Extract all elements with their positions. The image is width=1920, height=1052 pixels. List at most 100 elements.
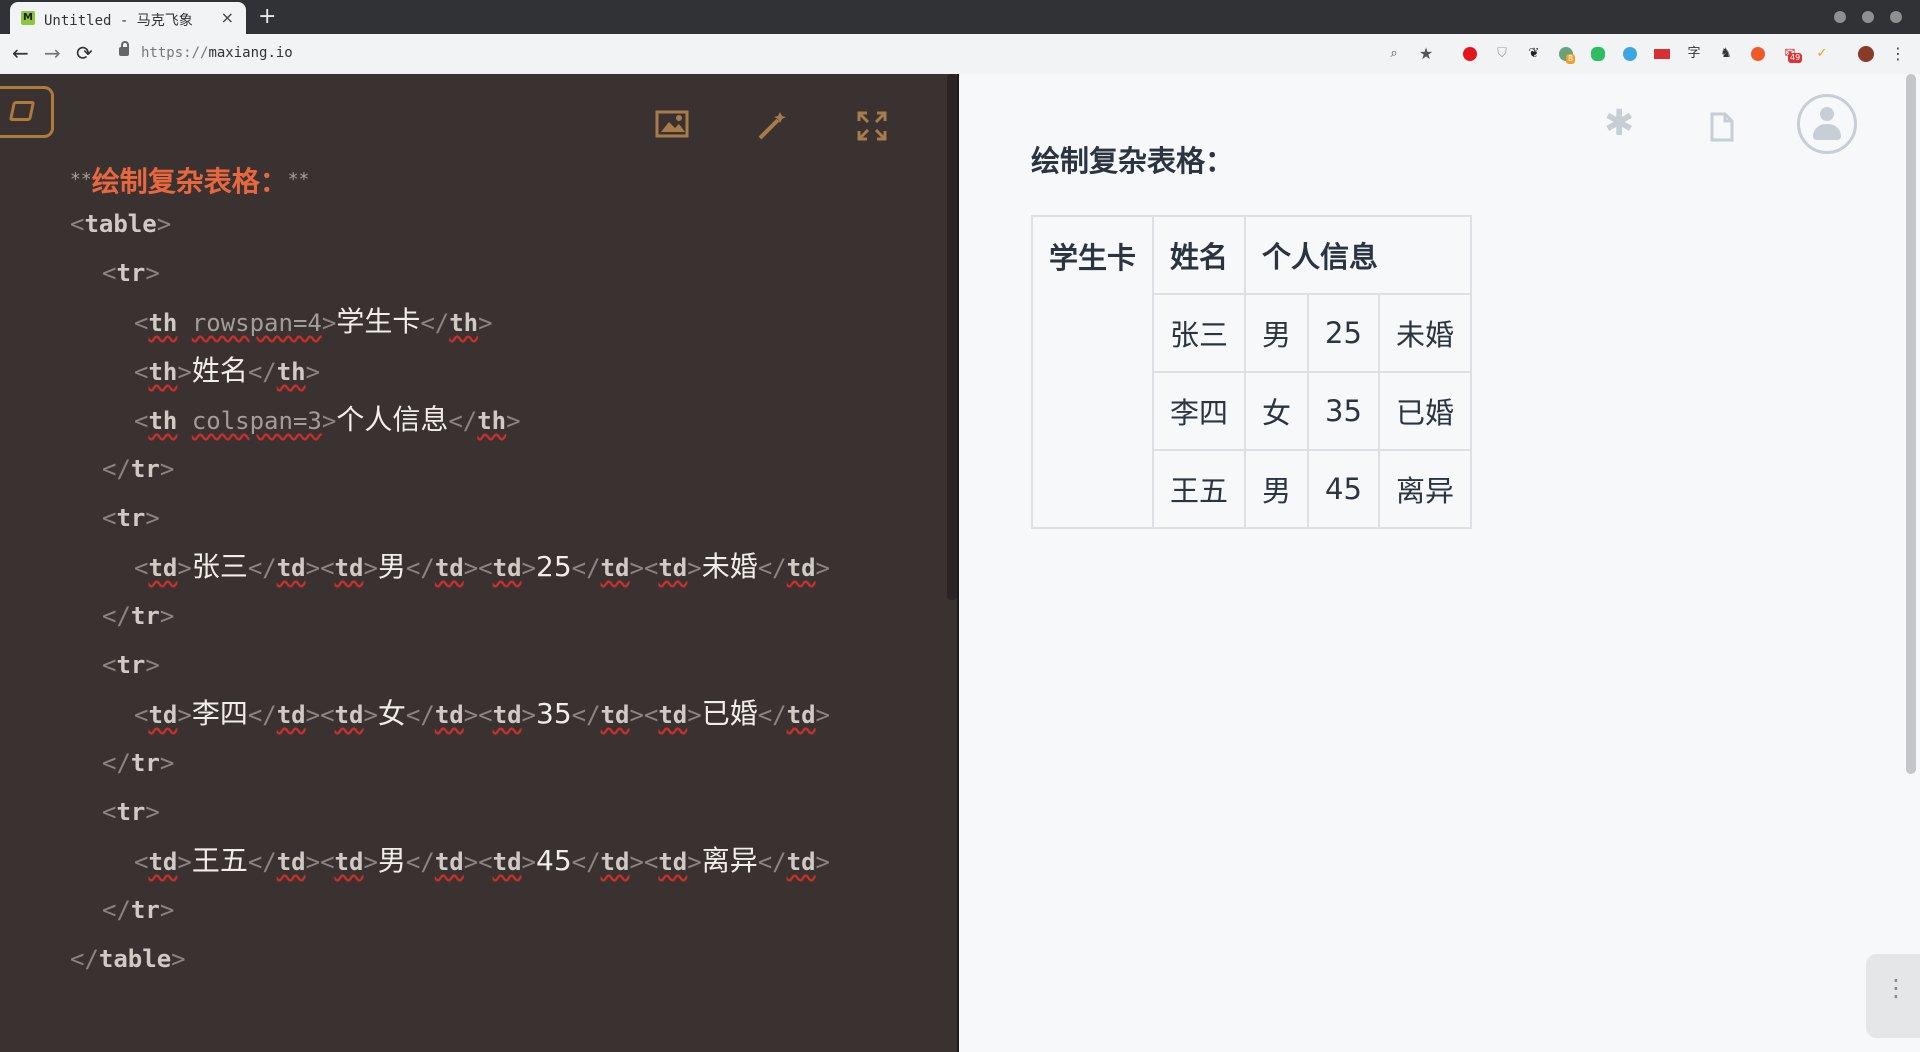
zoom-icon[interactable]: ⌕ xyxy=(1384,44,1404,64)
code-line-td-row: <td>张三</td><td>男</td><td>25</td><td>未婚</… xyxy=(134,550,830,583)
rowspan-attr: rowspan=4 xyxy=(191,309,322,337)
tag-name: td xyxy=(334,848,364,876)
preview-scrollbar[interactable] xyxy=(1906,74,1916,774)
tag-name: td xyxy=(492,848,522,876)
code-text: 离异 xyxy=(701,844,758,877)
code-text: 未婚 xyxy=(701,550,758,583)
tag-name: table xyxy=(84,210,157,238)
header-personal-info: 个人信息 xyxy=(1244,215,1472,295)
tag-name: td xyxy=(600,701,630,729)
profile-icon[interactable] xyxy=(1856,44,1876,64)
tag-name: tr xyxy=(130,602,160,630)
tag-name: td xyxy=(658,848,688,876)
address-bar[interactable]: https://maxiang.io xyxy=(141,45,293,61)
tag-name: th xyxy=(477,407,507,435)
magic-wand-icon[interactable] xyxy=(752,110,792,150)
tag-name: th xyxy=(276,358,306,386)
reload-button[interactable]: ⟳ xyxy=(76,41,93,65)
url-host: maxiang.io xyxy=(208,45,293,61)
code-line-tr-close: </tr> xyxy=(102,896,175,924)
code-text: 女 xyxy=(377,697,406,730)
extension-icon[interactable]: 8 xyxy=(1556,44,1576,64)
browser-tab[interactable]: M Untitled - 马克飞象 × xyxy=(10,2,246,34)
code-line-tr-open: <tr> xyxy=(102,259,160,287)
tag-name: td xyxy=(148,848,178,876)
code-line-heading: **绘制复杂表格：** xyxy=(70,160,309,200)
code-line-tr-close: </tr> xyxy=(102,602,175,630)
tag-name: td xyxy=(786,848,816,876)
markdown-editor[interactable]: **绘制复杂表格：** <table> <tr> <th rowspan=4>学… xyxy=(0,74,957,1052)
back-button[interactable]: ← xyxy=(12,41,29,65)
header-name: 姓名 xyxy=(1152,215,1247,295)
check-icon[interactable]: ✓ xyxy=(1812,44,1832,64)
code-text: 男 xyxy=(377,844,406,877)
table-cell: 25 xyxy=(1307,293,1380,373)
code-line-tr-close: </tr> xyxy=(102,749,175,777)
forward-button[interactable]: → xyxy=(44,41,61,65)
code-line-th-name: <th>姓名</th> xyxy=(134,354,321,387)
code-text: 35 xyxy=(536,697,572,730)
menu-icon[interactable]: ⋮ xyxy=(1888,44,1908,64)
mail-icon[interactable]: ✉49 xyxy=(1780,44,1803,64)
tag-name: tr xyxy=(116,259,146,287)
fox-icon[interactable]: ♞ xyxy=(1716,44,1736,64)
window-close-button[interactable] xyxy=(1890,11,1902,23)
tag-name: td xyxy=(148,554,178,582)
translate-icon[interactable]: 字 xyxy=(1684,44,1704,64)
tag-name: th xyxy=(148,358,178,386)
tab-title: Untitled - 马克飞象 xyxy=(44,13,193,29)
insert-image-icon[interactable] xyxy=(652,110,692,150)
header-student-card: 学生卡 xyxy=(1030,215,1155,529)
tag-name: table xyxy=(98,945,172,973)
table-cell: 未婚 xyxy=(1377,293,1472,373)
table-cell: 张三 xyxy=(1152,293,1247,373)
fullscreen-icon[interactable] xyxy=(852,110,892,150)
counter-icon[interactable] xyxy=(1652,44,1672,64)
preview-title: 绘制复杂表格： xyxy=(1031,144,1235,178)
evernote-icon[interactable] xyxy=(1588,44,1608,64)
code-text: 25 xyxy=(536,550,572,583)
code-text: 李四 xyxy=(191,697,248,730)
notebook-icon xyxy=(8,101,36,121)
document-icon[interactable] xyxy=(1709,112,1735,146)
tab-close-icon[interactable]: × xyxy=(221,8,234,27)
user-avatar-icon[interactable] xyxy=(1797,94,1857,154)
window-maximize-button[interactable] xyxy=(1862,11,1874,23)
tag-name: td xyxy=(658,554,688,582)
code-line-td-row: <td>王五</td><td>男</td><td>45</td><td>离异</… xyxy=(134,844,830,877)
code-line-table-open: <table> xyxy=(70,210,172,238)
code-text: 已婚 xyxy=(701,697,758,730)
preview-pane: ✱ 绘制复杂表格： 学生卡 姓名 个人信息 张三 男 25 未婚 李四 女 35… xyxy=(959,74,1920,1052)
code-text: 姓名 xyxy=(191,354,248,387)
shield-icon[interactable]: ⛉ xyxy=(1492,44,1512,64)
editor-scrollbar[interactable] xyxy=(947,74,957,600)
side-panel-handle[interactable]: ⋮ xyxy=(1866,954,1920,1038)
asterisk-icon[interactable]: ✱ xyxy=(1604,104,1634,144)
preview-table: 学生卡 姓名 个人信息 张三 男 25 未婚 李四 女 35 已婚 王五 男 4… xyxy=(1030,215,1472,529)
tag-name: td xyxy=(276,554,306,582)
url-scheme: https:// xyxy=(141,45,209,61)
tag-name: td xyxy=(276,701,306,729)
code-line-th-rowspan: <th rowspan=4>学生卡</th> xyxy=(134,305,493,338)
new-tab-button[interactable]: + xyxy=(258,3,276,31)
table-cell: 王五 xyxy=(1152,449,1247,529)
code-line-th-colspan: <th colspan=3>个人信息</th> xyxy=(134,403,521,436)
md-bold-close: ** xyxy=(287,169,310,190)
code-text: 学生卡 xyxy=(336,305,421,338)
tag-name: tr xyxy=(130,749,160,777)
window-minimize-button[interactable] xyxy=(1834,11,1846,23)
tag-name: tr xyxy=(116,798,146,826)
code-line-tr-open: <tr> xyxy=(102,504,160,532)
infinity-icon[interactable] xyxy=(1748,44,1768,64)
table-header-row: 学生卡 姓名 个人信息 xyxy=(1030,215,1472,529)
paint-icon[interactable] xyxy=(1620,44,1640,64)
tag-name: td xyxy=(334,554,364,582)
bird-icon[interactable]: ❦ xyxy=(1524,44,1544,64)
maxiang-favicon-icon: M xyxy=(21,11,35,25)
opera-icon[interactable] xyxy=(1460,44,1480,64)
tag-name: td xyxy=(276,848,306,876)
table-cell: 李四 xyxy=(1152,371,1247,451)
bookmark-star-icon[interactable]: ★ xyxy=(1416,44,1436,64)
notebook-button[interactable] xyxy=(0,86,54,138)
vertical-dots-icon: ⋮ xyxy=(1884,974,1908,1002)
